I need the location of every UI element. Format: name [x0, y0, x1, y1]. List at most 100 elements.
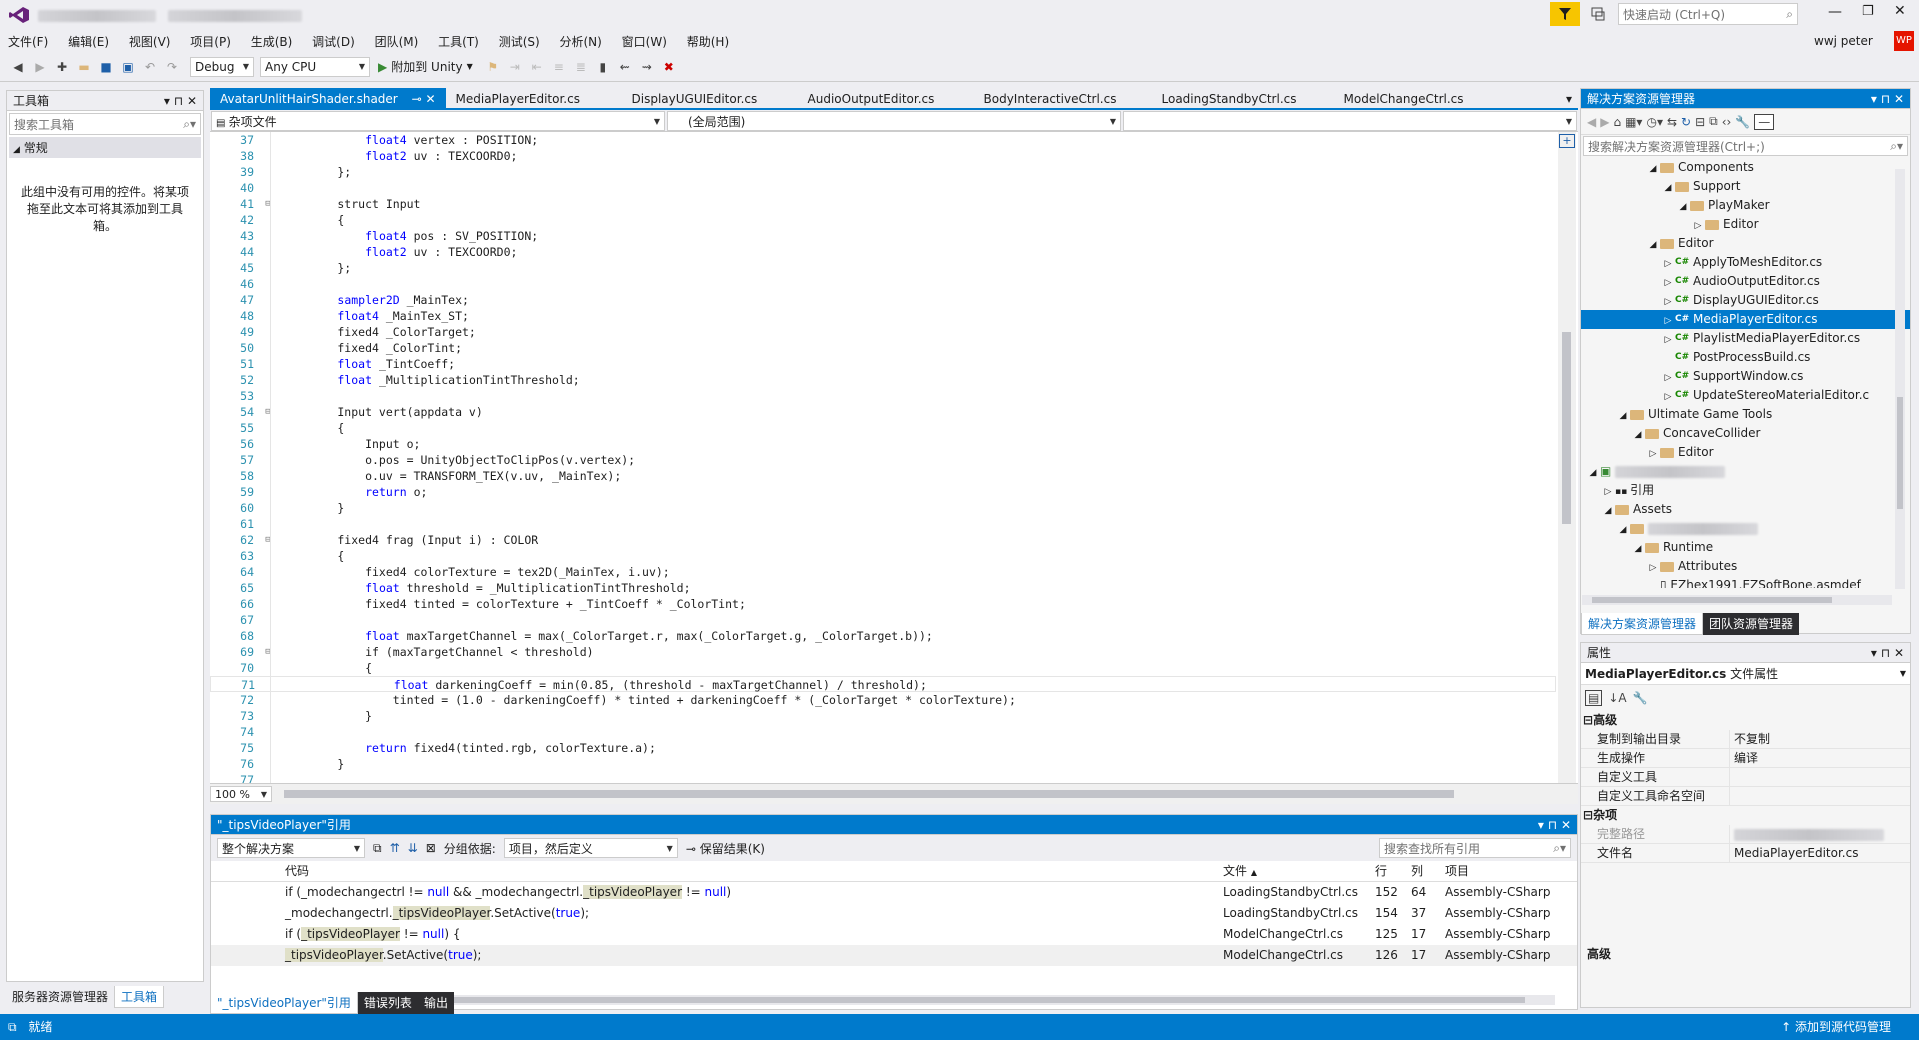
property-category[interactable]: ⊟ 高级	[1581, 711, 1910, 730]
tree-item[interactable]: ▯ EZhex1991.EZSoftBone.asmdef	[1581, 576, 1910, 588]
scrollbar-thumb[interactable]	[1562, 332, 1571, 524]
tab-team-explorer[interactable]: 团队资源管理器	[1703, 613, 1800, 635]
tab-output[interactable]: 输出	[417, 992, 454, 1014]
close-icon[interactable]: ✕	[425, 92, 435, 106]
code-line[interactable]: 62 ⊟ fixed4 frag (Input i) : COLOR	[210, 532, 1556, 548]
menu-edit[interactable]: 编辑(E)	[60, 30, 117, 53]
alphabetical-icon[interactable]: ↓A	[1608, 691, 1626, 705]
panel-controls[interactable]: ▾ ⊓ ✕	[164, 91, 197, 110]
code-line[interactable]: 73 }	[210, 708, 1556, 724]
property-category[interactable]: ⊟ 杂项	[1581, 806, 1910, 825]
sync-icon[interactable]: ⇆	[1667, 115, 1677, 129]
property-row[interactable]: 自定义工具命名空间	[1581, 787, 1910, 806]
member-nav-dropdown[interactable]: ▼	[1123, 111, 1577, 131]
step-over-icon[interactable]: ⇤	[527, 57, 547, 77]
fold-gutter[interactable]	[258, 452, 278, 468]
code-line[interactable]: 65 float threshold = _MultiplicationTint…	[210, 580, 1556, 596]
tab-body-interactive-ctrl[interactable]: BodyInteractiveCtrl.cs	[974, 88, 1152, 108]
tab-audio-output-editor[interactable]: AudioOutputEditor.cs	[798, 88, 974, 108]
forward-icon[interactable]: ▶	[30, 57, 50, 77]
fold-gutter[interactable]	[258, 596, 278, 612]
next-location-icon[interactable]: ⇊	[408, 841, 418, 855]
code-line[interactable]: 71 float darkeningCoeff = min(0.85, (thr…	[210, 676, 1556, 692]
feedback-icon[interactable]	[1590, 6, 1606, 22]
fold-gutter[interactable]	[258, 292, 278, 308]
solution-h-scrollbar[interactable]	[1582, 595, 1892, 605]
property-value[interactable]	[1729, 768, 1910, 786]
panel-controls[interactable]: ▾ ⊓ ✕	[1538, 815, 1571, 834]
new-project-icon[interactable]: ✚	[52, 57, 72, 77]
fold-gutter[interactable]	[258, 244, 278, 260]
menu-test[interactable]: 测试(S)	[491, 30, 548, 53]
code-line[interactable]: 61	[210, 516, 1556, 532]
tree-item[interactable]: ▷ C# UpdateStereoMaterialEditor.c	[1581, 386, 1910, 405]
code-line[interactable]: 47 sampler2D _MainTex;	[210, 292, 1556, 308]
outdent-icon[interactable]: ≣	[571, 57, 591, 77]
fold-gutter[interactable]	[258, 548, 278, 564]
clear-bookmarks-icon[interactable]: ✖	[659, 57, 679, 77]
back-icon[interactable]: ◀	[1587, 115, 1596, 129]
prev-location-icon[interactable]: ⇈	[390, 841, 400, 855]
save-icon[interactable]: ■	[96, 57, 116, 77]
code-line[interactable]: 43 float4 pos : SV_POSITION;	[210, 228, 1556, 244]
bookmark-icon[interactable]: ▮	[593, 57, 613, 77]
tab-server-explorer[interactable]: 服务器资源管理器	[6, 986, 114, 1008]
fold-gutter[interactable]	[258, 372, 278, 388]
solution-v-scrollbar[interactable]	[1895, 169, 1905, 589]
code-line[interactable]: 56 Input o;	[210, 436, 1556, 452]
code-line[interactable]: 67	[210, 612, 1556, 628]
fold-gutter[interactable]	[258, 772, 278, 783]
fold-gutter[interactable]	[258, 756, 278, 772]
property-row[interactable]: 生成操作 编译	[1581, 749, 1910, 768]
code-line[interactable]: 51 float _TintCoeff;	[210, 356, 1556, 372]
pending-changes-icon[interactable]: ◷▾	[1646, 115, 1663, 129]
fold-gutter[interactable]	[258, 628, 278, 644]
code-line[interactable]: 76 }	[210, 756, 1556, 772]
fold-gutter[interactable]	[258, 420, 278, 436]
split-icon[interactable]: +	[1559, 134, 1575, 148]
tree-item[interactable]: ▷ Attributes	[1581, 557, 1910, 576]
tree-item[interactable]: ◢ Components	[1581, 158, 1910, 177]
collapse-icon[interactable]: ⊟	[1581, 806, 1593, 825]
header-file[interactable]: 文件 ▲	[1223, 861, 1375, 881]
references-search-input[interactable]: 搜索查找所有引用 ⌕▾	[1379, 838, 1571, 858]
code-line[interactable]: 74	[210, 724, 1556, 740]
code-line[interactable]: 44 float2 uv : TEXCOORD0;	[210, 244, 1556, 260]
fold-gutter[interactable]	[258, 484, 278, 500]
fold-gutter[interactable]: ⊟	[258, 196, 278, 212]
close-window-button[interactable]: ✕	[1894, 3, 1906, 19]
properties-icon[interactable]: 🔧	[1735, 115, 1750, 129]
fold-gutter[interactable]	[258, 228, 278, 244]
code-line[interactable]: 38 float2 uv : TEXCOORD0;	[210, 148, 1556, 164]
code-line[interactable]: 59 return o;	[210, 484, 1556, 500]
clear-icon[interactable]: ⊠	[426, 841, 436, 855]
fold-gutter[interactable]	[258, 740, 278, 756]
forward-icon[interactable]: ▶	[1600, 115, 1609, 129]
reference-row[interactable]: _tipsVideoPlayer.SetActive(true); ModelCh…	[211, 945, 1577, 966]
fold-gutter[interactable]	[258, 340, 278, 356]
zoom-select[interactable]: 100 % ▼	[210, 786, 272, 802]
tree-item[interactable]: ◢ Editor	[1581, 234, 1910, 253]
property-value[interactable]	[1729, 787, 1910, 805]
tab-media-player-editor[interactable]: MediaPlayerEditor.cs	[446, 88, 622, 108]
switch-views-icon[interactable]: ▦▾	[1625, 115, 1642, 129]
toolbox-search-input[interactable]: 搜索工具箱 ⌕▾	[9, 113, 201, 135]
project-nav-dropdown[interactable]: ▤ 杂项文件 ▼	[211, 111, 665, 131]
minimize-button[interactable]: —	[1828, 4, 1842, 20]
code-line[interactable]: 72 tinted = (1.0 - darkeningCoeff) * tin…	[210, 692, 1556, 708]
code-line[interactable]: 63 {	[210, 548, 1556, 564]
open-file-icon[interactable]: ▬	[74, 57, 94, 77]
redo-icon[interactable]: ↷	[162, 57, 182, 77]
tree-item[interactable]: C# PostProcessBuild.cs	[1581, 348, 1910, 367]
fold-gutter[interactable]	[258, 276, 278, 292]
h-scrollbar-thumb[interactable]	[284, 790, 1454, 798]
tree-item[interactable]: ▷ C# MediaPlayerEditor.cs	[1581, 310, 1910, 329]
scope-nav-dropdown[interactable]: (全局范围) ▼	[667, 111, 1121, 131]
fold-gutter[interactable]	[258, 388, 278, 404]
reference-row[interactable]: _modechangectrl._tipsVideoPlayer.SetActi…	[211, 903, 1577, 924]
property-row[interactable]: 自定义工具	[1581, 768, 1910, 787]
fold-gutter[interactable]	[258, 324, 278, 340]
fold-gutter[interactable]	[258, 580, 278, 596]
property-value[interactable]: 编译	[1729, 749, 1910, 767]
tree-item[interactable]: ◢ PlayMaker	[1581, 196, 1910, 215]
